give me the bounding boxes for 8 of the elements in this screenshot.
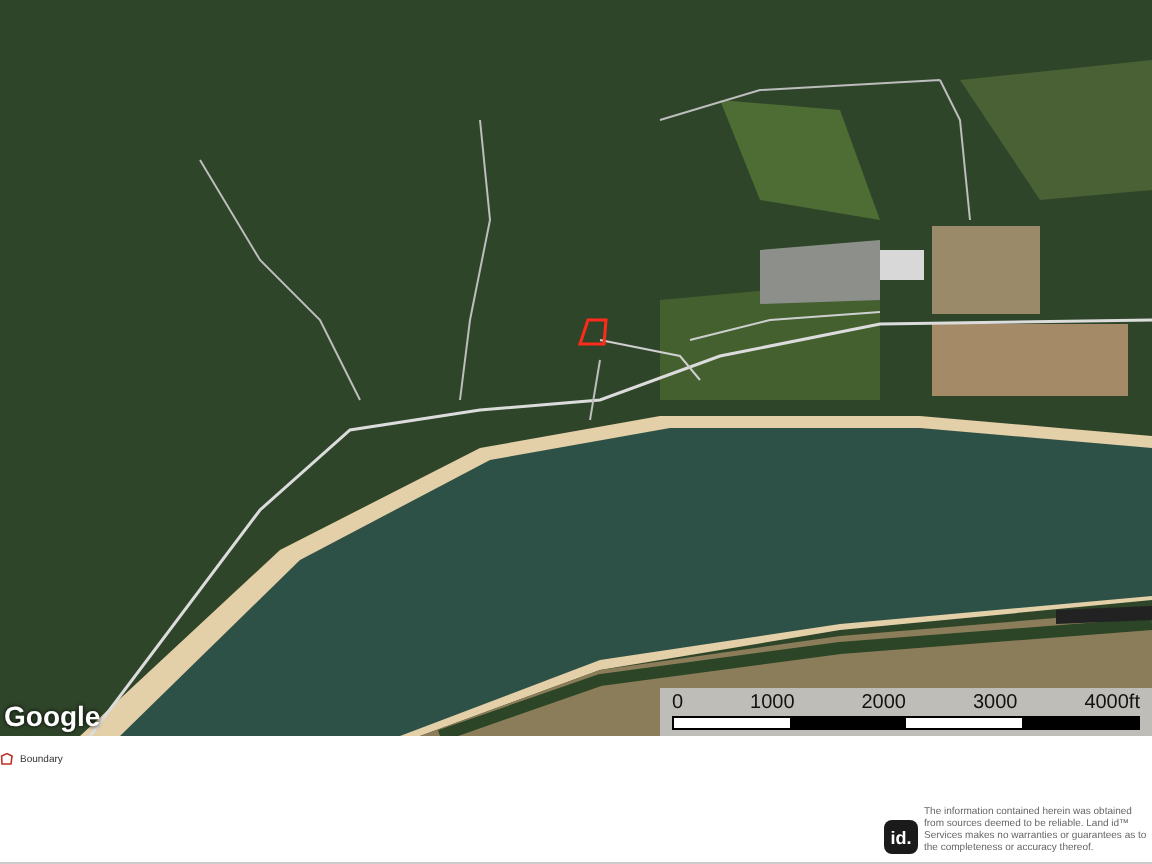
- scale-label: 4000ft: [1084, 692, 1140, 714]
- boundary-icon: [0, 752, 14, 766]
- map-attribution: Google: [4, 700, 101, 732]
- scale-label: 3000: [972, 692, 1018, 714]
- brand-logo: id.: [884, 820, 918, 854]
- scale-label: 0: [672, 692, 684, 714]
- scale-label: 2000: [861, 692, 906, 714]
- scale-label: 1000: [750, 692, 795, 714]
